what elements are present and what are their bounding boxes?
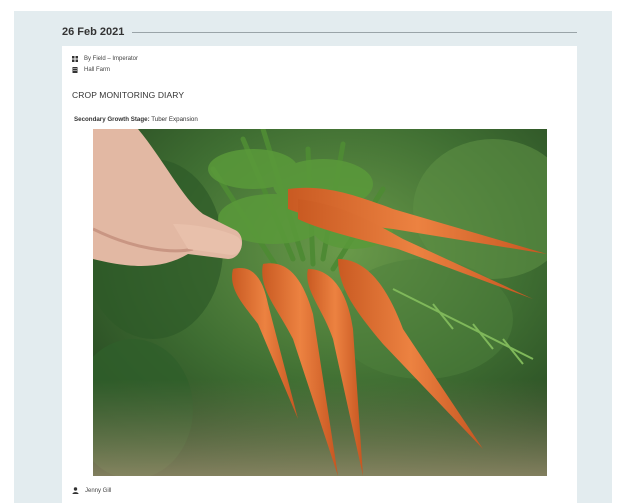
date-divider: [132, 31, 577, 33]
page-title: CROP MONITORING DIARY: [72, 90, 185, 100]
building-icon: [72, 67, 78, 73]
field-grid-icon: [72, 56, 78, 62]
field-name: By Field – Imperator: [84, 56, 139, 62]
date-header: 26 Feb 2021: [62, 23, 577, 41]
author-name: Jenny Gill: [85, 487, 112, 494]
diary-panel: 26 Feb 2021 By Field – Imperator Hall Fa…: [14, 11, 612, 503]
crop-photo[interactable]: [93, 129, 547, 476]
field-row: By Field – Imperator: [72, 56, 138, 62]
growth-stage: Secondary Growth Stage: Tuber Expansion: [74, 116, 198, 123]
carrot-photo-image: [93, 129, 547, 476]
farm-name: Hall Farm: [84, 67, 111, 73]
entry-date: 26 Feb 2021: [62, 26, 125, 38]
growth-stage-label: Secondary Growth Stage:: [74, 116, 150, 123]
growth-stage-value: Tuber Expansion: [151, 116, 198, 123]
diary-entry-card: By Field – Imperator Hall Farm CROP MONI…: [62, 46, 577, 503]
farm-row: Hall Farm: [72, 67, 110, 73]
author-row: Jenny Gill: [72, 487, 111, 494]
user-icon: [72, 487, 79, 494]
